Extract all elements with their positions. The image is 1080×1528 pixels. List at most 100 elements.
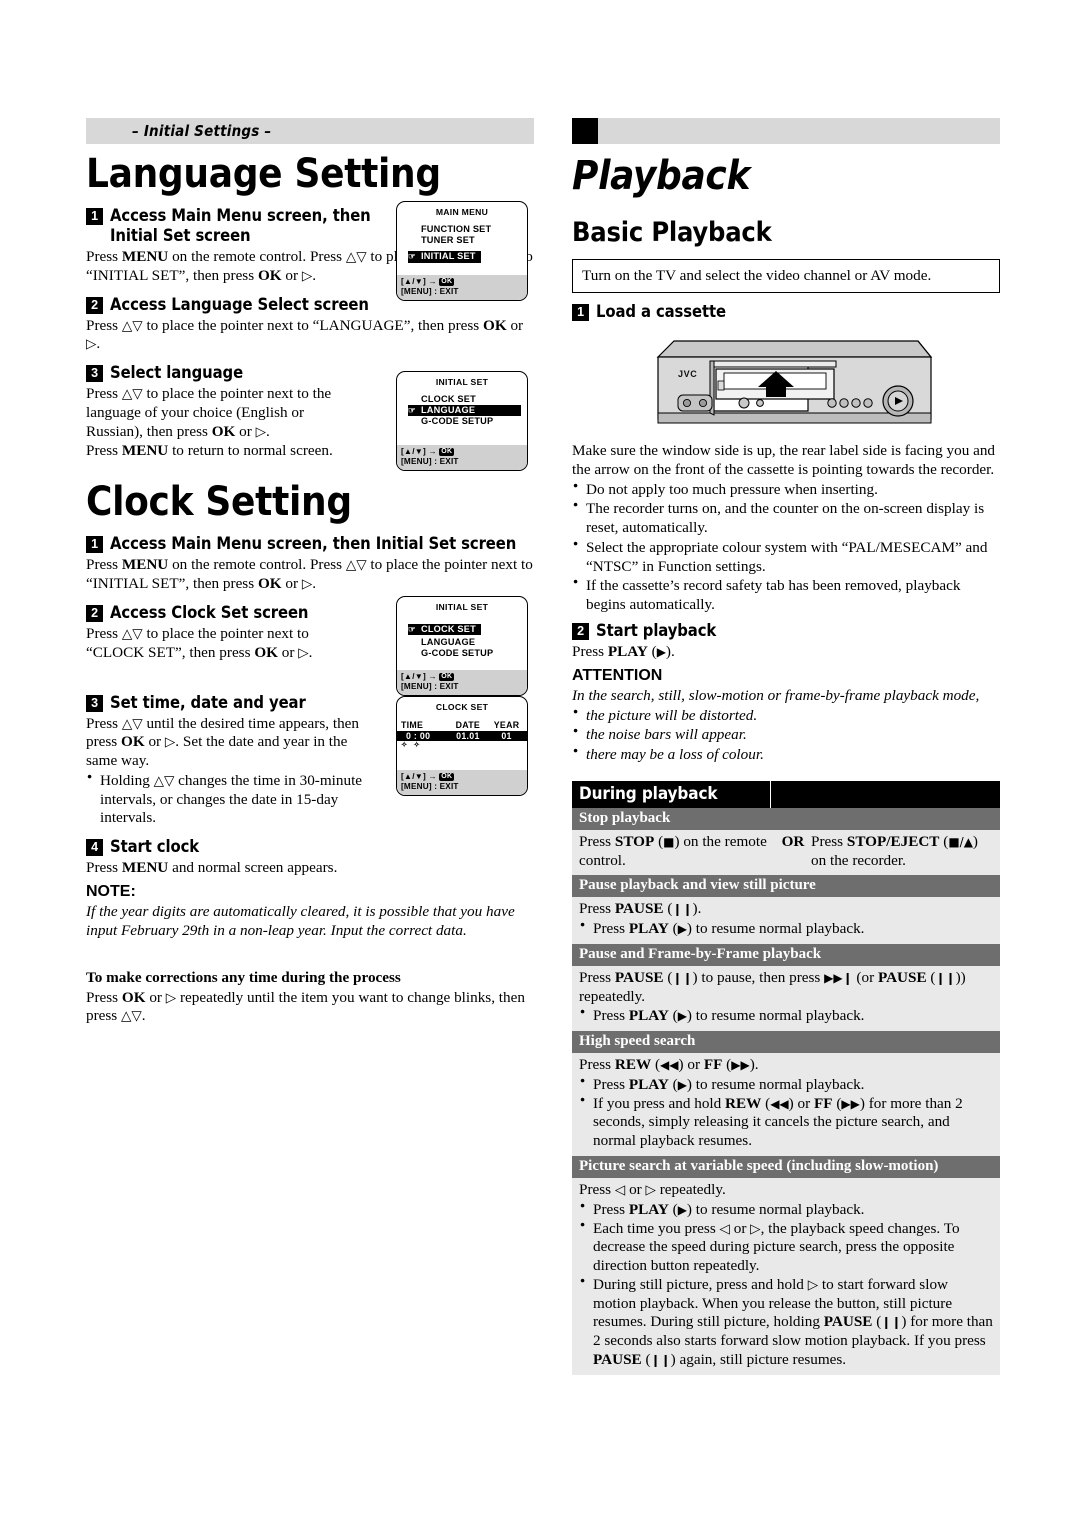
pause-icon: ❙❙ <box>650 1352 671 1367</box>
step-clock-3-body: Press △▽ until the desired time appears,… <box>86 714 359 770</box>
osd-title: MAIN MENU <box>435 207 489 217</box>
stop-eject-icon: ■/▲ <box>948 834 973 849</box>
step-playback-1-body: Make sure the window side is up, the rea… <box>572 441 996 478</box>
osd-initial-set-clock: INITIAL SET ☞ CLOCK SET LANGUAGE G-CODE S… <box>396 596 528 696</box>
notice-box: Turn on the TV and select the video chan… <box>572 258 1000 293</box>
osd-item-clock-set: CLOCK SET <box>421 394 476 404</box>
pause-icon: ❙❙ <box>935 970 956 985</box>
osd-title: INITIAL SET <box>435 602 489 612</box>
table-row-body-variable: Press ◁ or ▷ repeatedly. Press PLAY (▶) … <box>572 1178 1000 1375</box>
or-label: OR <box>781 832 805 850</box>
pointer-icon: ☞ <box>408 251 416 262</box>
pointer-icon: ☞ <box>408 624 416 634</box>
osd-menu-list: ☞ CLOCK SET LANGUAGE G-CODE SETUP <box>397 619 527 659</box>
page-title-clock-setting: Clock Setting <box>86 479 352 526</box>
list-item: Each time you press ◁ or ▷, the playback… <box>579 1219 993 1276</box>
step-clock-4: 4 Start clock <box>86 837 534 857</box>
osd-foot-line2: [MENU] : EXIT <box>401 681 459 691</box>
osd-item-gcode-setup: G-CODE SETUP <box>421 648 494 659</box>
osd-foot-line1: [▲/▼] → OK <box>401 671 455 682</box>
vcr-brand-label: JVC <box>678 369 697 379</box>
step-clock-3-bullets: Holding △▽ changes the time in 30-minute… <box>86 771 366 828</box>
osd-foot-line1: [▲/▼] → OK <box>401 446 455 457</box>
stop-recorder-text: Press STOP/EJECT (■/▲) on the recorder. <box>811 832 978 869</box>
play-icon: ▶ <box>677 1077 687 1092</box>
step-title: Access Main Menu screen, then Initial Se… <box>110 534 517 554</box>
section-title-basic-playback: Basic Playback <box>572 216 772 248</box>
osd-foot-line1: [▲/▼] → OK <box>401 771 455 782</box>
step-number: 1 <box>86 536 103 554</box>
running-head-bar-left: – Initial Settings – <box>86 118 534 144</box>
step-number: 3 <box>86 694 103 712</box>
table-row-head-variable: Picture search at variable speed (includ… <box>572 1156 1000 1178</box>
step-title: Access Language Select screen <box>110 294 369 314</box>
note-body: If the year digits are automatically cle… <box>86 903 515 939</box>
list-item: the picture will be distorted. <box>572 706 1000 726</box>
ok-key-icon: OK <box>439 672 455 682</box>
osd-initial-set-language: INITIAL SET CLOCK SET ☞ LANGUAGE G-CODE S… <box>396 371 528 471</box>
osd-footer: [▲/▼] → OK [MENU] : EXIT <box>397 669 527 695</box>
osd-clock-headers: TIME DATE YEAR <box>397 720 527 730</box>
right-arrow-icon: ▷ <box>750 1220 761 1237</box>
table-title: During playback <box>579 784 718 805</box>
right-column: Playback Basic Playback Turn on the TV a… <box>572 118 1000 1375</box>
corrections-title: To make corrections any time during the … <box>86 968 401 986</box>
clock-value-date: 01.01 <box>456 731 480 741</box>
table-row-body-stop: Press STOP (■) on the remote control. OR… <box>572 829 1000 876</box>
step-lang-2-body: Press △▽ to place the pointer next to “L… <box>86 316 524 353</box>
osd-item-initial-set-selected: ☞ INITIAL SET <box>408 251 481 263</box>
osd-title: CLOCK SET <box>435 702 489 712</box>
step-title-line1: Access Main Menu screen, then <box>110 205 371 225</box>
step-number: 3 <box>86 365 103 383</box>
osd-item-function-set: FUNCTION SET <box>421 224 492 234</box>
step-clock-4-body: Press MENU and normal screen appears. <box>86 859 338 877</box>
osd-item-language: LANGUAGE <box>421 637 476 647</box>
play-icon: ▶ <box>677 1202 687 1217</box>
step-title: Start clock <box>110 837 200 857</box>
osd-item-clock-set-selected: ☞ CLOCK SET <box>408 624 481 636</box>
frame-advance-icon: ▶▶❙ <box>824 970 853 985</box>
left-arrow-icon: ◁ <box>719 1220 730 1237</box>
step-title: Load a cassette <box>596 301 726 321</box>
step-number: 2 <box>86 604 103 622</box>
list-item: The recorder turns on, and the counter o… <box>572 499 1000 538</box>
vcr-illustration: JVC <box>572 335 1000 435</box>
step-title: Select language <box>110 363 244 383</box>
table-title-spacer <box>770 780 1000 808</box>
step-playback-1: 1 Load a cassette <box>572 302 1000 322</box>
osd-clock-set: CLOCK SET TIME DATE YEAR 0 : 00 01.01 01… <box>396 696 528 796</box>
step-playback-2-body: Press PLAY (▶). <box>572 642 675 660</box>
osd-item-gcode-setup: G-CODE SETUP <box>421 416 494 427</box>
attention-body: In the search, still, slow-motion or fra… <box>572 686 980 704</box>
list-item: Press PLAY (▶) to resume normal playback… <box>579 1075 993 1095</box>
clock-value-year: 01 <box>501 731 512 741</box>
list-item: If you press and hold REW (◀◀) or FF (▶▶… <box>579 1094 993 1151</box>
fast-forward-icon: ▶▶ <box>841 1096 860 1111</box>
osd-foot-line2: [MENU] : EXIT <box>401 286 459 296</box>
table-row-head-frame: Pause and Frame-by-Frame playback <box>572 943 1000 966</box>
osd-item-language-selected: ☞ LANGUAGE <box>408 405 521 417</box>
clock-header-time: TIME <box>401 720 424 730</box>
vcr-diagram-svg: JVC <box>656 340 933 424</box>
step-number: 2 <box>572 622 589 640</box>
pause-icon: ❙❙ <box>672 970 693 985</box>
list-item: During still picture, press and hold ▷ t… <box>579 1275 993 1370</box>
osd-foot-line2: [MENU] : EXIT <box>401 456 459 466</box>
play-icon: ▶ <box>677 1009 687 1024</box>
list-item: Press PLAY (▶) to resume normal playback… <box>579 919 993 939</box>
clock-header-date: DATE <box>455 720 481 730</box>
page-title-playback: Playback <box>572 153 751 199</box>
corrections-body: Press OK or ▷ repeatedly until the item … <box>86 988 525 1025</box>
step-title: Access Clock Set screen <box>110 602 309 622</box>
rewind-icon: ◀◀ <box>770 1096 789 1111</box>
table-row-body-pause: Press PAUSE (❙❙). Press PLAY (▶) to resu… <box>572 897 1000 944</box>
play-icon: ▶ <box>656 644 666 659</box>
osd-footer: [▲/▼] → OK [MENU] : EXIT <box>397 444 527 470</box>
right-arrow-icon: ▷ <box>807 1276 819 1293</box>
step-number: 1 <box>572 303 589 321</box>
stop-remote-text: Press STOP (■) on the remote control. <box>579 832 767 869</box>
chapter-marker-icon <box>572 118 598 144</box>
blink-indicator-icon: ✧ ✧ <box>401 740 420 749</box>
attention-bullets: the picture will be distorted. the noise… <box>572 706 1000 765</box>
play-icon: ▶ <box>677 922 687 937</box>
